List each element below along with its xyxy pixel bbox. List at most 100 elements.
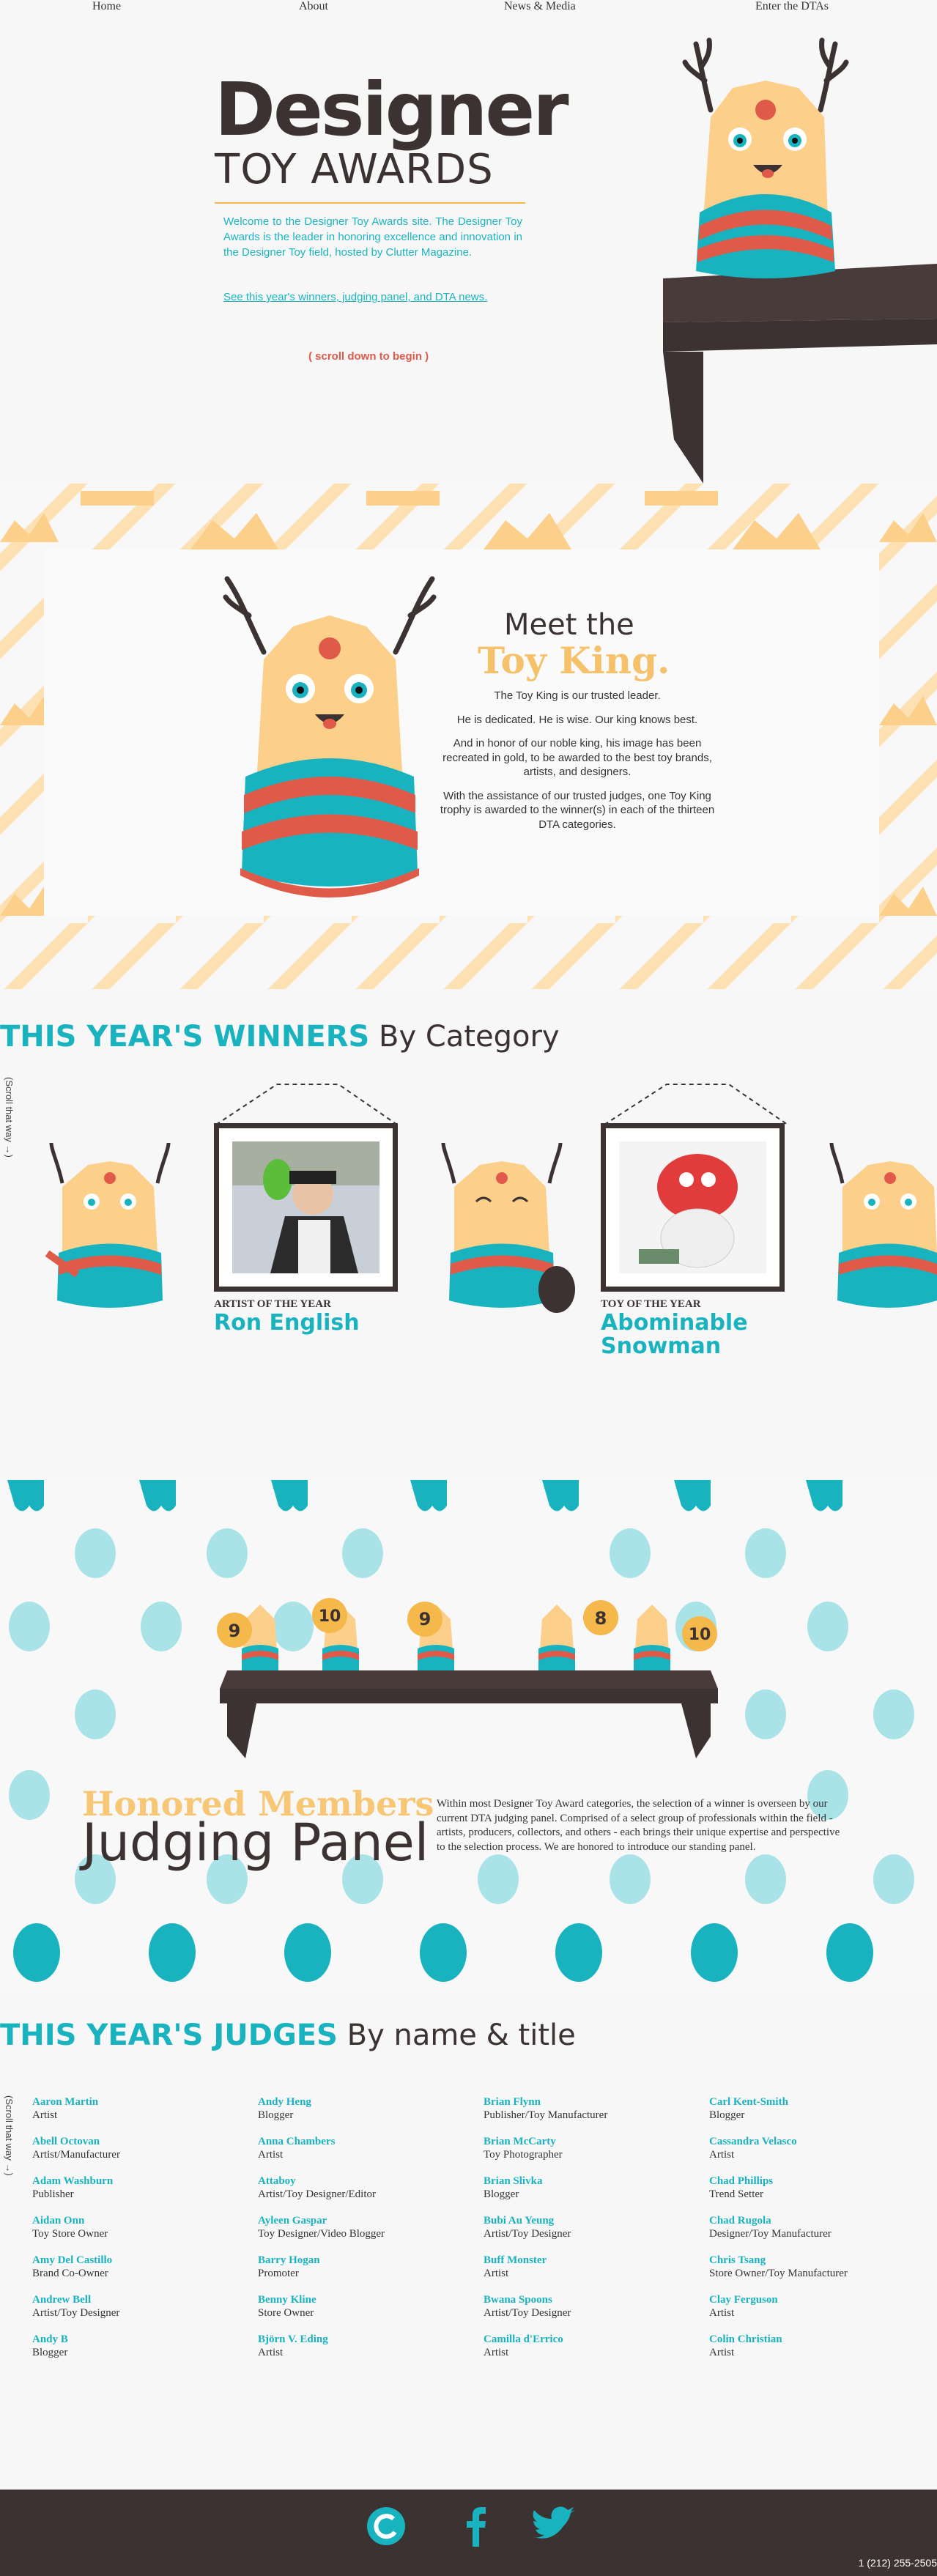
winners-heading: THIS YEAR'S WINNERS By Category (0, 1020, 560, 1054)
judge-item[interactable]: Chad Rugola Designer/Toy Manufacturer (709, 2214, 929, 2254)
winner-photo-frame-1[interactable] (214, 1123, 398, 1292)
judges-column-3: Brian Flynn Publisher/Toy Manufacturer Br… (484, 2095, 703, 2372)
judge-name[interactable]: Amy Del Castillo (32, 2254, 252, 2267)
judge-name[interactable]: Buff Monster (484, 2254, 703, 2267)
judge-item[interactable]: Brian Slivka Blogger (484, 2175, 703, 2214)
king-p4: With the assistance of our trusted judge… (440, 789, 715, 831)
judge-name[interactable]: Clay Ferguson (709, 2293, 929, 2306)
judge-name[interactable]: Chad Rugola (709, 2214, 929, 2227)
winner-category-2: TOY OF THE YEAR (601, 1298, 701, 1310)
nav-home[interactable]: Home (92, 0, 121, 13)
toy-king-heading: Toy King. (478, 639, 670, 682)
judge-item[interactable]: Chris Tsang Store Owner/Toy Manufacturer (709, 2254, 929, 2293)
judge-name[interactable]: Björn V. Eding (258, 2333, 478, 2346)
judge-name[interactable]: Colin Christian (709, 2333, 929, 2346)
judge-item[interactable]: Andrew Bell Artist/Toy Designer (32, 2293, 252, 2333)
judge-item[interactable]: Abell Octovan Artist/Manufacturer (32, 2135, 252, 2175)
judge-item[interactable]: Andy B Blogger (32, 2333, 252, 2372)
winner-name-1[interactable]: Ron English (214, 1311, 360, 1335)
judge-name[interactable]: Andy Heng (258, 2095, 478, 2109)
judge-name[interactable]: Anna Chambers (258, 2135, 478, 2148)
panel-heading: Judging Panel (82, 1813, 429, 1873)
judge-name[interactable]: Andrew Bell (32, 2293, 252, 2306)
judge-item[interactable]: Carl Kent-Smith Blogger (709, 2095, 929, 2135)
social-icons (367, 2506, 575, 2547)
judge-name[interactable]: Chris Tsang (709, 2254, 929, 2267)
scroll-hint[interactable]: ( scroll down to begin ) (308, 350, 429, 363)
judge-item[interactable]: Ayleen Gaspar Toy Designer/Video Blogger (258, 2214, 478, 2254)
judge-title: Artist/Toy Designer (484, 2228, 571, 2240)
judge-item[interactable]: Amy Del Castillo Brand Co-Owner (32, 2254, 252, 2293)
judge-title: Artist (258, 2347, 284, 2358)
trophy-score-2: 10 (319, 1607, 341, 1626)
winners-heading-rest: By Category (369, 1020, 560, 1054)
judge-name[interactable]: Ayleen Gaspar (258, 2214, 478, 2227)
judge-name[interactable]: Cassandra Velasco (709, 2135, 929, 2148)
judge-name[interactable]: Chad Phillips (709, 2175, 929, 2188)
judge-item[interactable]: Buff Monster Artist (484, 2254, 703, 2293)
judge-title: Artist/Toy Designer (484, 2307, 571, 2319)
judge-name[interactable]: Benny Kline (258, 2293, 478, 2306)
judge-name[interactable]: Aidan Onn (32, 2214, 252, 2227)
judge-title: Artist (32, 2109, 58, 2121)
judge-name[interactable]: Camilla d'Errico (484, 2333, 703, 2346)
judge-item[interactable]: Clay Ferguson Artist (709, 2293, 929, 2333)
judge-item[interactable]: Aidan Onn Toy Store Owner (32, 2214, 252, 2254)
judge-name[interactable]: Brian Slivka (484, 2175, 703, 2188)
judge-title: Toy Designer/Video Blogger (258, 2228, 385, 2240)
judge-item[interactable]: Attaboy Artist/Toy Designer/Editor (258, 2175, 478, 2214)
judge-title: Artist (484, 2347, 509, 2358)
judge-name[interactable]: Bwana Spoons (484, 2293, 703, 2306)
hero-link[interactable]: See this year's winners, judging panel, … (223, 291, 487, 303)
judge-item[interactable]: Camilla d'Errico Artist (484, 2333, 703, 2372)
winners-carousel-art (45, 1084, 937, 1313)
judge-item[interactable]: Aaron Martin Artist (32, 2095, 252, 2135)
judge-item[interactable]: Bwana Spoons Artist/Toy Designer (484, 2293, 703, 2333)
nav-about[interactable]: About (299, 0, 328, 13)
judge-item[interactable]: Brian McCarty Toy Photographer (484, 2135, 703, 2175)
trophy-score-1: 9 (229, 1621, 241, 1641)
judge-name[interactable]: Brian McCarty (484, 2135, 703, 2148)
judge-name[interactable]: Bubi Au Yeung (484, 2214, 703, 2227)
judge-title: Blogger (32, 2347, 68, 2358)
judge-name[interactable]: Carl Kent-Smith (709, 2095, 929, 2109)
hero-king-illustration (663, 37, 937, 484)
judge-item[interactable]: Björn V. Eding Artist (258, 2333, 478, 2372)
hero-subtitle: TOY AWARDS (215, 146, 494, 193)
judge-name[interactable]: Brian Flynn (484, 2095, 703, 2109)
judge-item[interactable]: Andy Heng Blogger (258, 2095, 478, 2135)
judges-column-4: Carl Kent-Smith Blogger Cassandra Velasco… (709, 2095, 929, 2372)
judge-title: Artist/Toy Designer (32, 2307, 120, 2319)
winner-category-1: ARTIST OF THE YEAR (214, 1298, 331, 1310)
winner-name-2[interactable]: Abominable Snowman (601, 1311, 748, 1358)
judge-item[interactable]: Cassandra Velasco Artist (709, 2135, 929, 2175)
facebook-icon[interactable] (467, 2507, 486, 2547)
judge-name[interactable]: Attaboy (258, 2175, 478, 2188)
judge-name[interactable]: Aaron Martin (32, 2095, 252, 2109)
judge-name[interactable]: Adam Washburn (32, 2175, 252, 2188)
judge-item[interactable]: Benny Kline Store Owner (258, 2293, 478, 2333)
judges-heading-rest: By name & title (337, 2018, 576, 2052)
twitter-icon[interactable] (533, 2506, 575, 2539)
judges-heading-bold: THIS YEAR'S JUDGES (0, 2018, 338, 2052)
judge-item[interactable]: Adam Washburn Publisher (32, 2175, 252, 2214)
clutter-icon[interactable] (367, 2507, 405, 2545)
judge-name[interactable]: Andy B (32, 2333, 252, 2346)
judge-title: Blogger (258, 2109, 294, 2121)
nav-enter[interactable]: Enter the DTAs (755, 0, 829, 13)
toy-king-illustration (223, 576, 437, 897)
judge-title: Artist (484, 2268, 509, 2279)
judge-item[interactable]: Chad Phillips Trend Setter (709, 2175, 929, 2214)
judge-name[interactable]: Barry Hogan (258, 2254, 478, 2267)
judge-item[interactable]: Anna Chambers Artist (258, 2135, 478, 2175)
winners-heading-bold: THIS YEAR'S WINNERS (0, 1020, 370, 1054)
judge-title: Toy Photographer (484, 2149, 563, 2161)
judge-title: Blogger (709, 2109, 745, 2121)
winner-photo-frame-2[interactable] (601, 1123, 785, 1292)
judge-item[interactable]: Barry Hogan Promoter (258, 2254, 478, 2293)
judge-item[interactable]: Bubi Au Yeung Artist/Toy Designer (484, 2214, 703, 2254)
judge-name[interactable]: Abell Octovan (32, 2135, 252, 2148)
judge-item[interactable]: Colin Christian Artist (709, 2333, 929, 2372)
judge-item[interactable]: Brian Flynn Publisher/Toy Manufacturer (484, 2095, 703, 2135)
nav-news[interactable]: News & Media (504, 0, 576, 13)
